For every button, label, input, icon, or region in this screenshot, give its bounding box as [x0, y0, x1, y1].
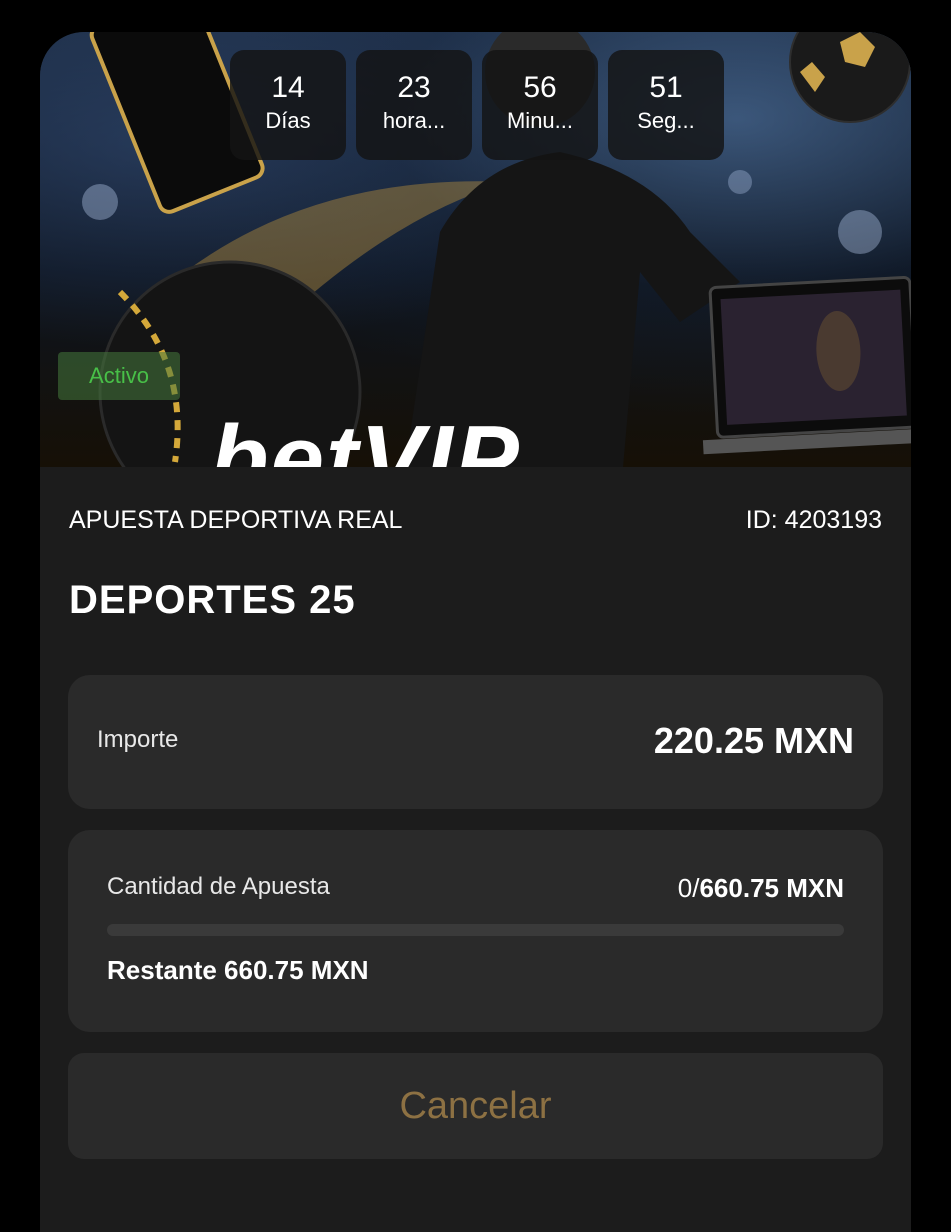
countdown-timer: 14 Días 23 hora... 56 Minu... 51 Seg...: [230, 50, 724, 160]
countdown-hours: 23 hora...: [356, 50, 472, 160]
countdown-days-value: 14: [271, 71, 305, 104]
bet-type-label: APUESTA DEPORTIVA REAL: [69, 506, 403, 534]
importe-label: Importe: [97, 726, 179, 753]
cancel-button[interactable]: Cancelar: [68, 1053, 883, 1159]
apuesta-amount: 0/660.75 MXN: [678, 872, 844, 904]
brand-logo-text: betVIP: [210, 406, 521, 468]
bet-card: 14 Días 23 hora... 56 Minu... 51 Seg... …: [40, 32, 911, 1232]
countdown-hours-unit: hora...: [382, 108, 446, 133]
apuesta-label: Cantidad de Apuesta: [107, 873, 330, 900]
bet-meta-row: APUESTA DEPORTIVA REAL ID: 4203193: [69, 504, 882, 536]
apuesta-remaining: Restante 660.75 MXN: [107, 955, 369, 985]
status-badge: Activo: [58, 352, 180, 400]
apuesta-progress-bar: [107, 924, 844, 936]
countdown-seconds-value: 51: [649, 71, 683, 104]
apuesta-current: 0/: [677, 873, 700, 903]
countdown-seconds-unit: Seg...: [637, 108, 695, 133]
countdown-seconds: 51 Seg...: [608, 50, 724, 160]
countdown-days: 14 Días: [230, 50, 346, 160]
countdown-hours-value: 23: [397, 71, 431, 104]
countdown-minutes-value: 56: [523, 71, 557, 104]
promo-banner-image: 14 Días 23 hora... 56 Minu... 51 Seg... …: [40, 32, 911, 467]
countdown-minutes: 56 Minu...: [482, 50, 598, 160]
importe-value: 220.25 MXN: [653, 720, 854, 761]
apuesta-total: 660.75 MXN: [699, 873, 844, 903]
bet-title: DEPORTES 25: [69, 578, 356, 622]
countdown-minutes-unit: Minu...: [506, 108, 574, 133]
apuesta-panel: Cantidad de Apuesta 0/660.75 MXN Restant…: [68, 830, 883, 1032]
countdown-days-unit: Días: [265, 108, 311, 133]
bet-id-label: ID: 4203193: [745, 506, 882, 534]
importe-panel: Importe 220.25 MXN: [68, 675, 883, 809]
